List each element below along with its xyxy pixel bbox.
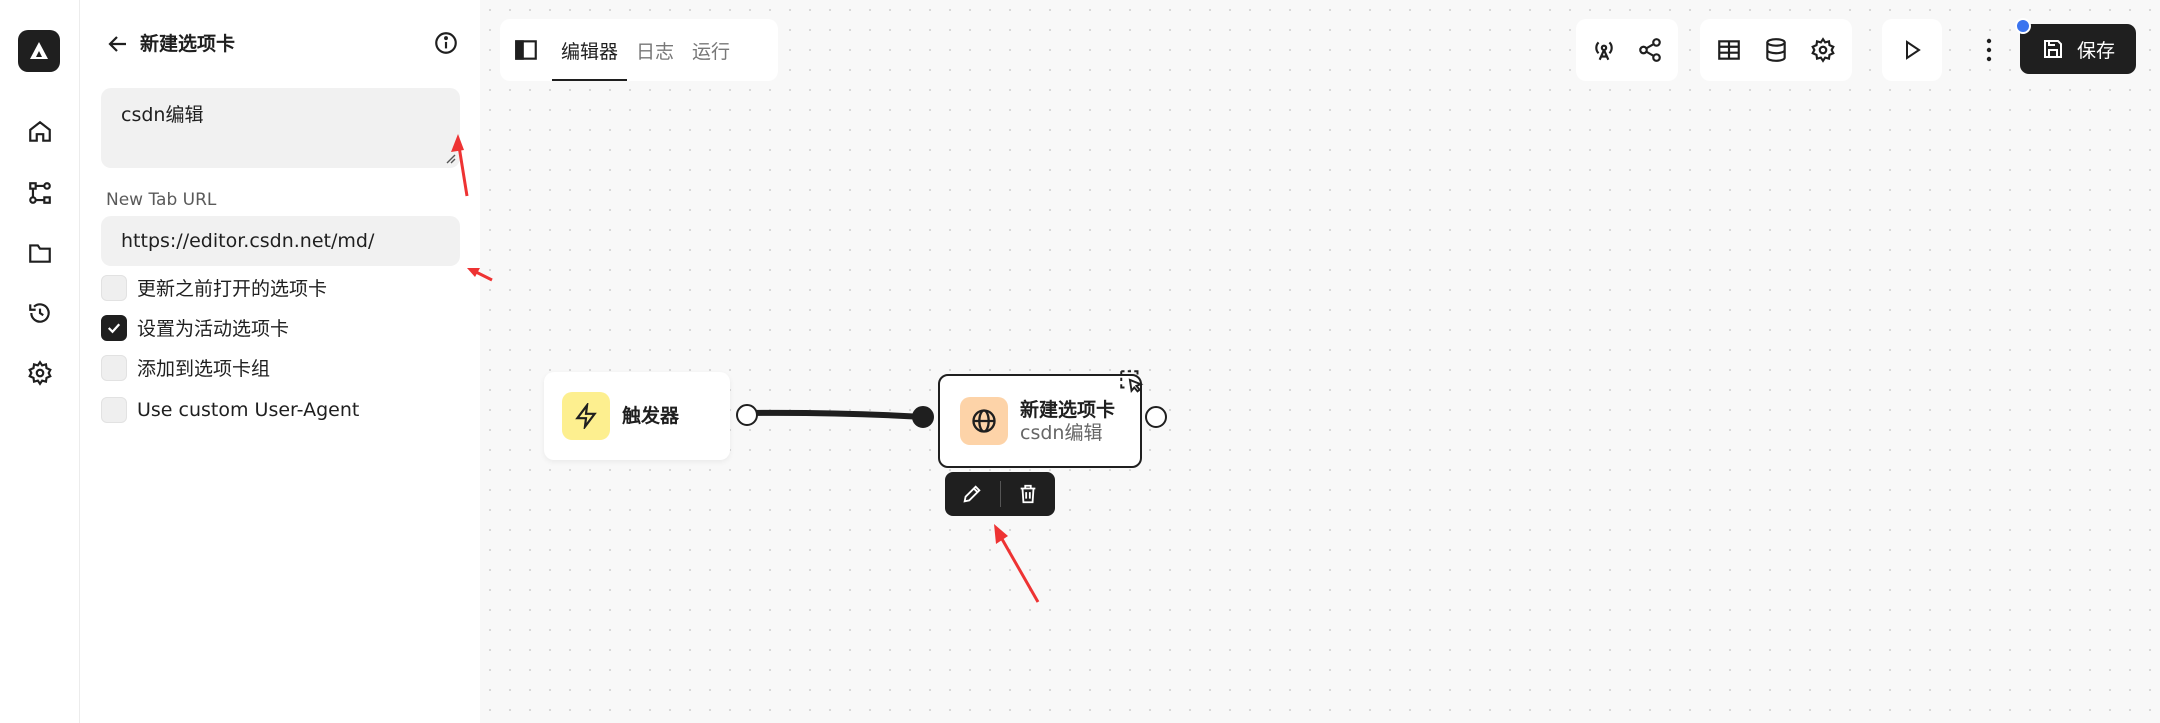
option-label: Use custom User-Agent xyxy=(137,399,360,421)
logo-icon xyxy=(30,42,48,59)
globe-icon xyxy=(972,409,996,433)
folder-icon xyxy=(29,244,51,263)
rail-home[interactable] xyxy=(24,116,56,148)
annotation-arrow-textarea xyxy=(451,134,469,197)
annotation-arrow-action-bar xyxy=(994,524,1040,603)
rail-history[interactable] xyxy=(24,297,56,329)
select-pointer-icon[interactable] xyxy=(1118,368,1144,394)
panel-title: 新建选项卡 xyxy=(140,33,236,55)
trigger-node[interactable]: 触发器 xyxy=(544,372,730,460)
trigger-output-handle[interactable] xyxy=(736,404,758,426)
app-rail xyxy=(0,0,80,723)
tab-run[interactable]: 运行 xyxy=(683,19,739,81)
annotation-arrow-url xyxy=(467,268,493,282)
connection-edge[interactable] xyxy=(740,400,940,430)
option-add-to-tab-group[interactable]: 添加到选项卡组 xyxy=(101,354,270,381)
run-button[interactable] xyxy=(1890,28,1934,72)
rail-settings[interactable] xyxy=(24,357,56,389)
toolbar-group-share xyxy=(1576,19,1678,81)
url-field-label: New Tab URL xyxy=(106,190,217,210)
new-tab-node-title: 新建选项卡 xyxy=(1020,399,1116,421)
editor-tabs: 编辑器 日志 运行 xyxy=(500,19,778,81)
option-label: 添加到选项卡组 xyxy=(137,358,271,380)
trigger-icon-box xyxy=(562,392,610,440)
workflow-canvas[interactable] xyxy=(480,0,2160,723)
back-button[interactable] xyxy=(102,28,134,60)
option-label: 设置为活动选项卡 xyxy=(137,318,290,340)
save-icon xyxy=(2043,40,2062,58)
lightning-icon xyxy=(575,403,597,429)
gear-icon xyxy=(1811,37,1836,63)
new-tab-input-handle[interactable] xyxy=(912,406,934,428)
table-icon xyxy=(1717,40,1740,60)
status-badge xyxy=(2015,18,2031,34)
workflow-settings-button[interactable] xyxy=(1803,28,1844,72)
description-textarea[interactable]: csdn编辑 xyxy=(101,88,460,168)
edit-node-button[interactable] xyxy=(945,472,1000,516)
tab-logs[interactable]: 日志 xyxy=(627,19,683,81)
toolbar-group-data xyxy=(1700,19,1852,81)
workflow-icon xyxy=(29,182,51,204)
home-icon xyxy=(29,120,51,142)
sidebar-icon xyxy=(515,40,537,60)
node-action-bar xyxy=(945,472,1055,516)
new-tab-node-subtitle: csdn编辑 xyxy=(1020,422,1103,444)
option-custom-user-agent[interactable]: Use custom User-Agent xyxy=(101,397,359,423)
delete-node-button[interactable] xyxy=(1000,472,1055,516)
share-button[interactable] xyxy=(1630,28,1670,72)
check-icon xyxy=(107,322,121,333)
more-options-button[interactable] xyxy=(1972,30,2006,70)
pencil-icon xyxy=(963,485,981,503)
url-input[interactable] xyxy=(101,216,460,266)
toolbar-group-run xyxy=(1882,19,1942,81)
checkbox[interactable] xyxy=(101,354,127,381)
broadcast-icon xyxy=(1595,41,1613,61)
arrow-left-icon xyxy=(108,36,126,52)
option-label: 更新之前打开的选项卡 xyxy=(137,278,328,300)
block-settings-panel: 新建选项卡 csdn编辑 New Tab URL 更新之前打开的选项卡 设置为活… xyxy=(80,0,480,723)
new-tab-node[interactable]: 新建选项卡 csdn编辑 xyxy=(938,374,1142,468)
option-update-prev-tab[interactable]: 更新之前打开的选项卡 xyxy=(101,274,327,301)
sidebar-toggle-button[interactable] xyxy=(500,19,552,81)
rail-folders[interactable] xyxy=(24,237,56,269)
checkbox[interactable] xyxy=(101,397,127,423)
save-label: 保存 xyxy=(2076,39,2115,62)
more-vertical-icon xyxy=(1986,38,1992,62)
play-icon xyxy=(1906,40,1921,60)
tab-editor[interactable]: 编辑器 xyxy=(552,19,628,81)
info-icon xyxy=(435,32,457,54)
database-icon xyxy=(1766,38,1786,62)
history-icon xyxy=(29,303,50,323)
broadcast-button[interactable] xyxy=(1584,28,1624,72)
option-set-active-tab[interactable]: 设置为活动选项卡 xyxy=(101,314,289,341)
new-tab-output-handle[interactable] xyxy=(1145,406,1167,428)
table-button[interactable] xyxy=(1708,28,1749,72)
trash-icon xyxy=(1020,484,1036,504)
rail-workflows[interactable] xyxy=(24,177,56,209)
checkbox[interactable] xyxy=(101,274,127,301)
checkbox[interactable] xyxy=(101,314,127,341)
database-button[interactable] xyxy=(1755,28,1796,72)
trigger-node-title: 触发器 xyxy=(622,405,680,427)
save-button[interactable]: 保存 xyxy=(2020,24,2136,74)
info-button[interactable] xyxy=(430,27,462,59)
new-tab-icon-box xyxy=(960,397,1008,445)
settings-icon xyxy=(28,360,52,386)
app-logo[interactable] xyxy=(18,30,60,72)
share-icon xyxy=(1639,38,1661,62)
